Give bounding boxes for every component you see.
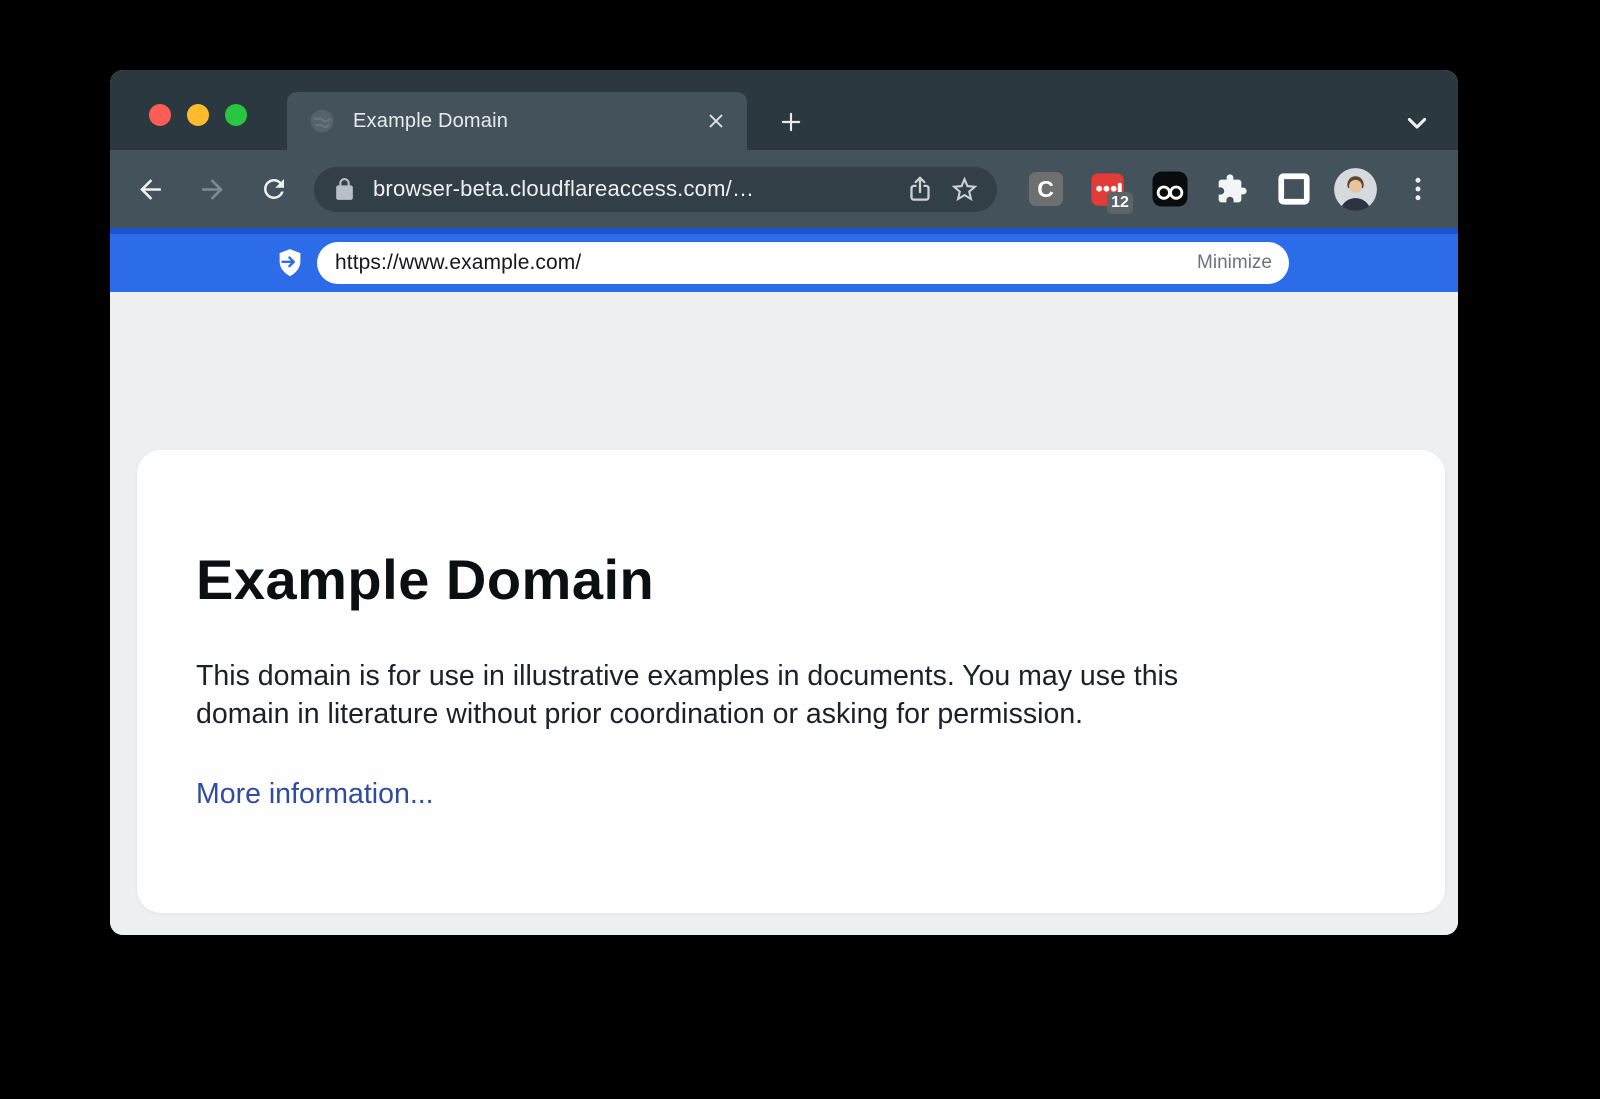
extensions-area: C 12	[1023, 167, 1440, 212]
body-line-1: This domain is for use in illustrative e…	[196, 660, 1178, 692]
window-controls	[149, 104, 247, 126]
new-tab-icon[interactable]	[777, 108, 805, 136]
side-panel-icon[interactable]	[1271, 167, 1316, 212]
share-icon[interactable]	[903, 172, 937, 206]
browser-tab[interactable]: Example Domain	[287, 92, 747, 150]
tab-strip: Example Domain	[110, 70, 1458, 150]
remote-url-text[interactable]: https://www.example.com/	[335, 251, 1197, 275]
content-card: Example Domain This domain is for use in…	[137, 450, 1445, 913]
reload-icon[interactable]	[252, 167, 296, 211]
minimize-button[interactable]: Minimize	[1197, 252, 1272, 274]
extension-c-icon[interactable]: C	[1023, 167, 1068, 212]
browser-window: Example Domain	[110, 70, 1458, 935]
page-heading: Example Domain	[196, 547, 1385, 612]
bookmark-star-icon[interactable]	[947, 172, 981, 206]
shield-arrow-icon	[276, 248, 304, 278]
more-information-link[interactable]: More information...	[196, 778, 434, 811]
page-viewport: Example Domain This domain is for use in…	[110, 292, 1458, 935]
kebab-menu-icon[interactable]	[1395, 167, 1440, 212]
extension-badge: 12	[1107, 192, 1133, 214]
globe-favicon-icon	[309, 108, 335, 134]
tab-title: Example Domain	[353, 110, 703, 133]
profile-avatar[interactable]	[1333, 167, 1378, 212]
two-circles-extension-icon[interactable]	[1147, 167, 1192, 212]
chevron-down-icon[interactable]	[1402, 110, 1432, 136]
minimize-window-button[interactable]	[187, 104, 209, 126]
browser-toolbar: browser-beta.cloudflareaccess.com/… C	[110, 150, 1458, 228]
tab-close-icon[interactable]	[703, 108, 729, 134]
lock-icon	[332, 177, 357, 202]
forward-icon[interactable]	[190, 167, 234, 211]
zoom-window-button[interactable]	[225, 104, 247, 126]
page-body-text: This domain is for use in illustrative e…	[196, 657, 1385, 733]
close-window-button[interactable]	[149, 104, 171, 126]
back-icon[interactable]	[128, 167, 172, 211]
password-manager-extension-icon[interactable]: 12	[1085, 167, 1130, 212]
extensions-puzzle-icon[interactable]	[1209, 167, 1254, 212]
remote-url-input[interactable]: https://www.example.com/ Minimize	[317, 242, 1289, 284]
remote-browser-bar: https://www.example.com/ Minimize	[110, 228, 1458, 292]
address-url[interactable]: browser-beta.cloudflareaccess.com/…	[373, 176, 893, 202]
address-bar[interactable]: browser-beta.cloudflareaccess.com/…	[314, 167, 997, 212]
body-line-2: domain in literature without prior coord…	[196, 698, 1083, 730]
